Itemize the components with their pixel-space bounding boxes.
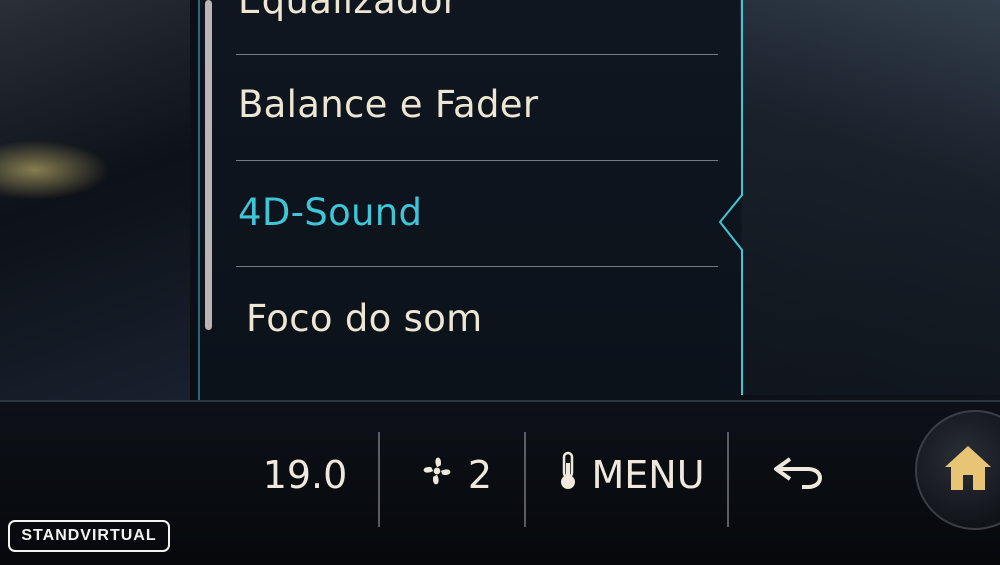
detail-panel <box>742 0 1000 395</box>
menu-item-equalizador[interactable]: Equalizador <box>238 0 718 52</box>
bar-separator <box>378 432 380 527</box>
reflection-glow <box>0 140 110 200</box>
menu-item-4d-sound[interactable]: 4D-Sound <box>238 160 718 264</box>
temperature-value: 19.0 <box>262 453 348 497</box>
menu-item-foco-do-som[interactable]: Foco do som <box>246 266 726 370</box>
watermark-logo: STANDVIRTUAL <box>8 520 170 552</box>
home-icon <box>941 443 995 497</box>
watermark-text: STANDVIRTUAL <box>21 527 157 544</box>
fan-icon <box>418 452 456 499</box>
menu-label: MENU <box>591 453 705 497</box>
bar-separator <box>727 432 729 527</box>
menu-scrollbar[interactable] <box>205 0 212 330</box>
bar-separator <box>524 432 526 527</box>
screen-bezel-left <box>0 0 190 420</box>
back-button[interactable] <box>745 440 855 510</box>
seat-heat-icon <box>555 451 581 500</box>
temperature-control[interactable]: 19.0 <box>240 440 370 510</box>
menu-item-label: Equalizador <box>238 0 459 22</box>
fan-level: 2 <box>467 453 493 497</box>
menu-item-label: 4D-Sound <box>238 190 423 234</box>
back-arrow-icon <box>768 453 832 497</box>
menu-item-label: Balance e Fader <box>238 82 539 126</box>
menu-button[interactable]: MENU <box>540 440 720 510</box>
menu-item-balance-fader[interactable]: Balance e Fader <box>238 52 718 156</box>
fan-control[interactable]: 2 <box>395 440 515 510</box>
menu-item-label: Foco do som <box>246 296 483 340</box>
